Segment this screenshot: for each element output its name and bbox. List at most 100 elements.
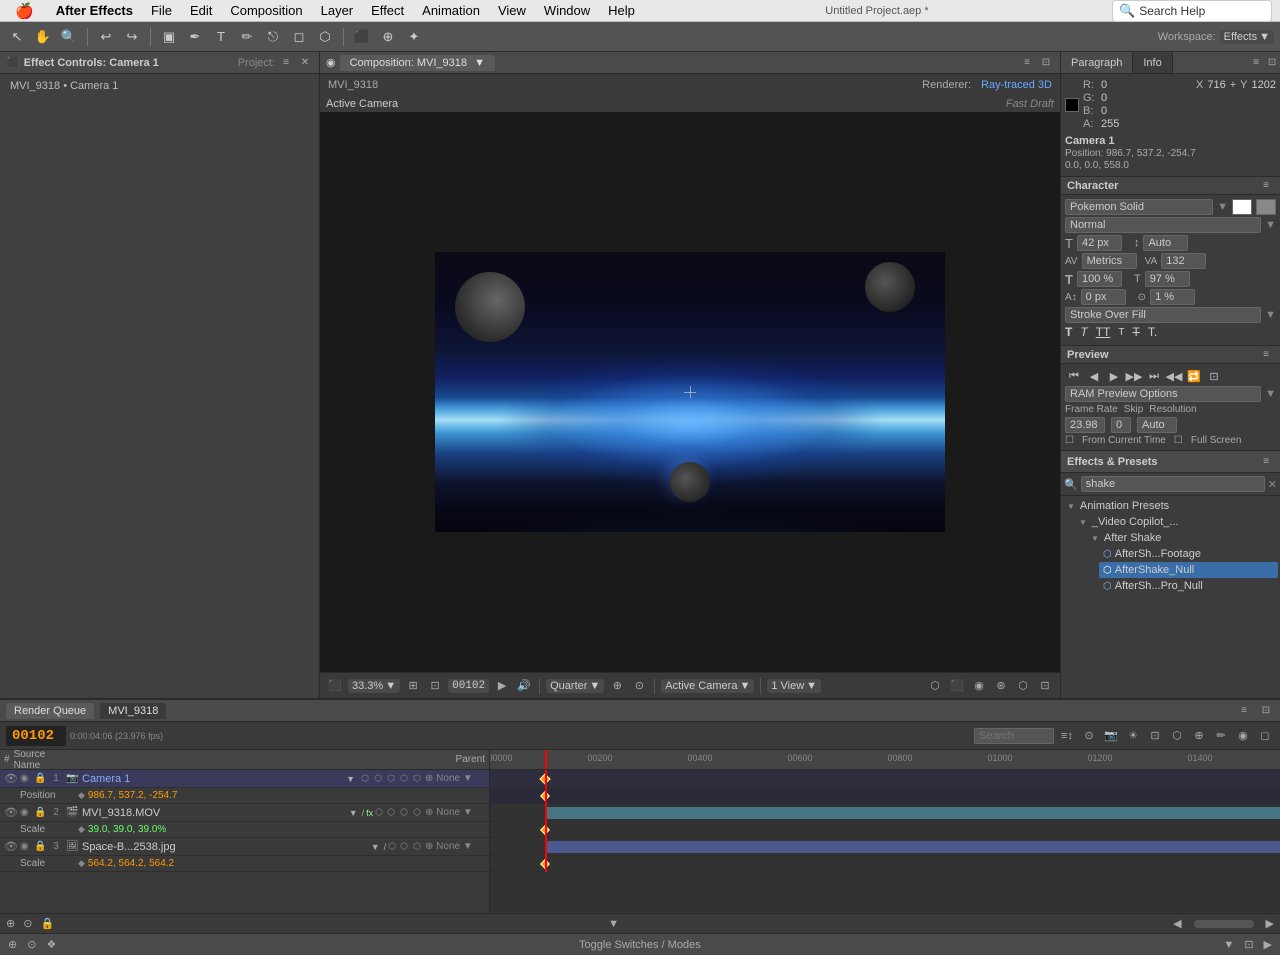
viewer-exposure-btn[interactable]: ⊙ bbox=[630, 677, 648, 695]
switch-4[interactable]: ⬡ bbox=[398, 773, 410, 785]
select-tool[interactable]: ↖ bbox=[6, 26, 28, 48]
layer-2-name[interactable]: MVI_9318.MOV bbox=[82, 807, 345, 819]
first-frame-btn[interactable]: ⏮ bbox=[1065, 368, 1083, 384]
next-frame-btn[interactable]: ▶▶ bbox=[1125, 368, 1143, 384]
toggle-switches-btn[interactable]: Toggle Switches / Modes bbox=[573, 938, 707, 952]
pos-val[interactable]: 986.7, 537.2, -254.7 bbox=[88, 790, 178, 801]
status-arrow-down[interactable]: ▼ bbox=[1223, 939, 1234, 951]
layer-2-parent[interactable]: ⊕ None ▼ bbox=[425, 807, 485, 818]
tl-solo-bottom-btn[interactable]: ⊙ bbox=[23, 917, 32, 930]
ram-options-dropdown[interactable]: RAM Preview Options bbox=[1065, 386, 1261, 402]
orbit-tool[interactable]: ⊕ bbox=[377, 26, 399, 48]
pan-tool[interactable]: ✦ bbox=[403, 26, 425, 48]
layer-3-name[interactable]: Space-B...2538.jpg bbox=[82, 841, 367, 853]
comp-tab-name[interactable]: Composition: MVI_9318 ▼ bbox=[340, 55, 495, 71]
menu-file[interactable]: File bbox=[144, 1, 179, 20]
font-dropdown[interactable]: Pokemon Solid bbox=[1065, 199, 1213, 215]
prev-panel-menu[interactable]: ≡ bbox=[1258, 347, 1274, 363]
loop-btn[interactable]: 🔁 bbox=[1185, 368, 1203, 384]
track-row-3[interactable] bbox=[490, 838, 1280, 856]
search-help-box[interactable]: 🔍 Search Help bbox=[1112, 0, 1272, 22]
tl-null-btn[interactable]: ⊡ bbox=[1146, 727, 1164, 745]
viewer-channel-btn[interactable]: ⊕ bbox=[608, 677, 626, 695]
tl-guide-btn[interactable]: ◉ bbox=[1234, 727, 1252, 745]
menu-view[interactable]: View bbox=[491, 1, 533, 20]
track-subrow-3[interactable] bbox=[490, 856, 1280, 872]
switch-2[interactable]: ⬡ bbox=[372, 773, 384, 785]
menu-help[interactable]: Help bbox=[601, 1, 642, 20]
last-frame-btn[interactable]: ⏭ bbox=[1145, 368, 1163, 384]
layer-2-color[interactable]: ⬡ bbox=[375, 807, 383, 818]
app-menu[interactable]: After Effects bbox=[49, 1, 140, 20]
panel-close-btn[interactable]: ✕ bbox=[297, 55, 313, 71]
tl-panel-menu[interactable]: ≡ bbox=[1236, 703, 1252, 719]
quality-control[interactable]: Quarter ▼ bbox=[546, 679, 604, 693]
layer-1-lock[interactable]: 🔒 bbox=[34, 773, 46, 784]
camera-control[interactable]: Active Camera ▼ bbox=[661, 679, 754, 693]
switch-3[interactable]: ⬡ bbox=[385, 773, 397, 785]
tab-info[interactable]: Info bbox=[1133, 52, 1172, 73]
redo-btn[interactable]: ↪ bbox=[121, 26, 143, 48]
menu-window[interactable]: Window bbox=[537, 1, 597, 20]
undo-btn[interactable]: ↩ bbox=[95, 26, 117, 48]
switch-1[interactable]: ⬡ bbox=[359, 773, 371, 785]
tl-nav-right[interactable]: ▶ bbox=[1266, 917, 1274, 930]
status-icon-2[interactable]: ⊙ bbox=[27, 938, 36, 951]
layer-3-lock[interactable]: 🔒 bbox=[34, 841, 46, 852]
right-panel-close[interactable]: ⊡ bbox=[1264, 55, 1280, 71]
workspace-dropdown[interactable]: Effects ▼ bbox=[1220, 30, 1274, 44]
viewer-fit-btn[interactable]: ⊞ bbox=[404, 677, 422, 695]
layer-3-color[interactable]: ⬡ bbox=[388, 841, 396, 852]
tl-shape-btn[interactable]: ⬡ bbox=[1168, 727, 1186, 745]
clone-tool[interactable]: ⎋ bbox=[262, 26, 284, 48]
layer-2-lock[interactable]: 🔒 bbox=[34, 807, 46, 818]
status-right[interactable]: ▶ bbox=[1264, 938, 1272, 951]
menu-effect[interactable]: Effect bbox=[364, 1, 411, 20]
composition-canvas[interactable] bbox=[435, 252, 945, 532]
panel-menu-btn[interactable]: ≡ bbox=[278, 55, 294, 71]
switch-5[interactable]: ⬡ bbox=[411, 773, 423, 785]
stroke-dropdown[interactable]: Stroke Over Fill bbox=[1065, 307, 1261, 323]
text-tool[interactable]: T bbox=[210, 26, 232, 48]
switch-2-1[interactable]: ⬡ bbox=[385, 807, 397, 819]
play-btn[interactable]: ▶ bbox=[1105, 368, 1123, 384]
tree-item-video-copilot[interactable]: ▼ _Video Copilot_... bbox=[1075, 514, 1278, 530]
layer-3-subrow-scale[interactable]: Scale ◆ 564.2, 564.2, 564.2 bbox=[0, 856, 489, 872]
allcaps-btn[interactable]: T. bbox=[1148, 325, 1157, 339]
scale-val-3[interactable]: 564.2, 564.2, 564.2 bbox=[88, 858, 174, 869]
viewer-3d-btn[interactable]: ⬡ bbox=[926, 677, 944, 695]
tl-nav-left[interactable]: ◀ bbox=[1173, 917, 1181, 930]
effects-search-clear[interactable]: ✕ bbox=[1268, 478, 1277, 491]
tsb-input[interactable]: 100 % bbox=[1077, 271, 1122, 287]
scale-val-2[interactable]: 39.0, 39.0, 39.0% bbox=[88, 824, 166, 835]
stroke-color-swatch[interactable] bbox=[1256, 199, 1276, 215]
tl-lock-bottom-btn[interactable]: 🔒 bbox=[40, 917, 54, 930]
status-icon-3[interactable]: ❖ bbox=[46, 938, 56, 951]
status-icon-1[interactable]: ⊕ bbox=[8, 938, 17, 951]
strikethrough-btn[interactable]: T bbox=[1132, 325, 1139, 339]
tree-item-after-shake[interactable]: ▼ After Shake bbox=[1087, 530, 1278, 546]
apple-menu[interactable]: 🍎 bbox=[8, 0, 41, 22]
font-size-input[interactable]: 42 px bbox=[1077, 235, 1122, 251]
leading-input[interactable]: Auto bbox=[1143, 235, 1188, 251]
tl-light-btn[interactable]: ☀ bbox=[1124, 727, 1142, 745]
layer-row-3[interactable]: 👁 ◉ 🔒 3 🖼 Space-B...2538.jpg ▼ / ⬡ ⬡ ⬡ ⊕… bbox=[0, 838, 489, 856]
pen-tool[interactable]: ✒ bbox=[184, 26, 206, 48]
layer-3-solo[interactable]: ◉ bbox=[20, 841, 32, 852]
tl-tab-render[interactable]: Render Queue bbox=[6, 703, 94, 719]
shape-tool[interactable]: ▣ bbox=[158, 26, 180, 48]
layer-3-parent[interactable]: ⊕ None ▼ bbox=[425, 841, 485, 852]
zoom-tool[interactable]: 🔍 bbox=[58, 26, 80, 48]
menu-layer[interactable]: Layer bbox=[314, 1, 361, 20]
viewer-grid-btn[interactable]: ⬛ bbox=[326, 677, 344, 695]
skip-input[interactable]: 0 bbox=[1111, 417, 1131, 433]
tree-item-animation-presets[interactable]: ▼ Animation Presets bbox=[1063, 498, 1278, 514]
timecode-display[interactable]: 00102 bbox=[448, 679, 489, 693]
info-color-swatch[interactable] bbox=[1065, 98, 1079, 112]
layer-1-subrow-position[interactable]: Position ◆ 986.7, 537.2, -254.7 bbox=[0, 788, 489, 804]
viewer-grid2-btn[interactable]: ⬛ bbox=[948, 677, 966, 695]
layer-1-eye[interactable]: 👁 bbox=[4, 772, 18, 785]
layer-2-subrow-scale[interactable]: Scale ◆ 39.0, 39.0, 39.0% bbox=[0, 822, 489, 838]
status-dots[interactable]: ⊡ bbox=[1244, 938, 1253, 951]
viewer-play-btn[interactable]: ▶ bbox=[493, 677, 511, 695]
